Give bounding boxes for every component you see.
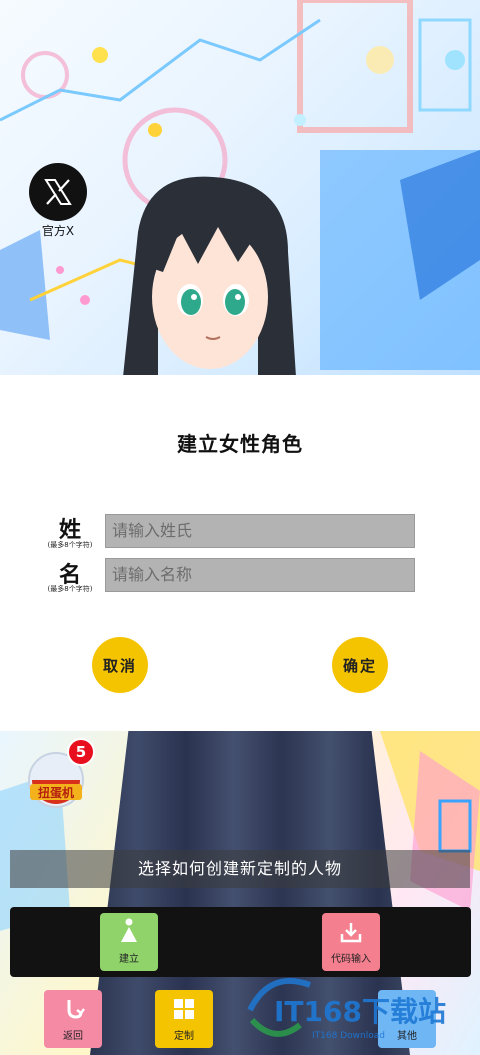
given-name-hint: (最多8个字符) [47,585,93,593]
watermark-subtitle: IT168 Download [312,1031,385,1041]
given-name-input[interactable]: 请输入名称 [105,558,415,592]
cancel-button[interactable]: 取消 [92,637,148,693]
confirm-button[interactable]: 确定 [332,637,388,693]
custom-button[interactable]: 定制 [155,990,213,1048]
download-icon [340,923,362,943]
person-icon [121,918,137,942]
x-logo-icon [44,179,72,205]
back-label: 返回 [63,1031,83,1042]
gacha-count-badge: 5 [67,738,95,766]
code-input-button[interactable]: 代码输入 [322,913,380,971]
create-label: 建立 [119,954,139,965]
character-portrait [123,176,296,375]
page-title: 建立女性角色 [177,432,303,456]
grid-icon [174,999,194,1019]
official-x-button[interactable] [29,163,87,221]
watermark-brand: IT168下载站 [274,995,446,1028]
official-x-label: 官方X [41,224,75,238]
creation-prompt: 选择如何创建新定制的人物 [10,850,470,888]
surname-input[interactable]: 请输入姓氏 [105,514,415,548]
gacha-label: 扭蛋机 [38,785,74,800]
watermark-logo: IT168下载站 IT168 Download [247,978,446,1041]
custom-label: 定制 [174,1031,194,1042]
back-button[interactable]: 返回 [44,990,102,1048]
surname-hint: (最多8个字符) [47,541,93,549]
create-button[interactable]: 建立 [100,913,158,971]
code-input-label: 代码输入 [331,954,371,965]
watermark: IT168下载站 IT168 Download [240,965,475,1050]
return-arrow-icon [67,1000,85,1019]
